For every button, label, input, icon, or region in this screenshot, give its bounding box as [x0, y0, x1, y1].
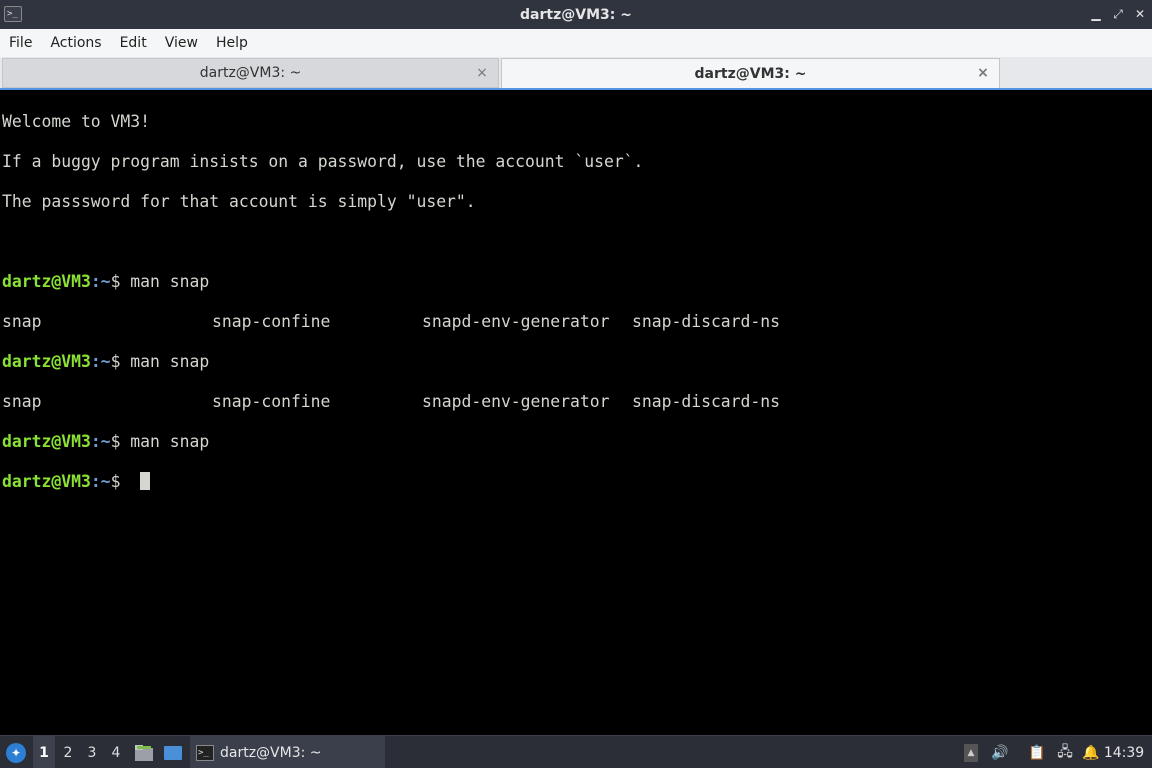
welcome-line-2: If a buggy program insists on a password…: [2, 152, 644, 171]
prompt-path: :~: [90, 472, 111, 491]
completion-row-2: snap snap-confine snapd-env-generator snap-…: [2, 392, 1152, 412]
prompt-path: :~: [90, 352, 111, 371]
close-button[interactable]: ✕: [1132, 6, 1148, 22]
tab-2[interactable]: dartz@VM3: ~ ×: [501, 58, 1000, 88]
tab-2-label: dartz@VM3: ~: [694, 65, 807, 82]
menu-file[interactable]: File: [0, 29, 41, 57]
taskbar: ✦ 1 2 3 4 >_ dartz@VM3: ~ ▲ 🔊 📋 🖧 🔔 14:3…: [0, 735, 1152, 768]
workspace-3[interactable]: 3: [81, 736, 103, 768]
command-text: man snap: [120, 272, 210, 291]
prompt-user: dartz@VM3: [2, 352, 91, 371]
terminal-app-icon[interactable]: >_: [4, 6, 22, 22]
prompt-path: :~: [90, 272, 111, 291]
tray-expand-icon[interactable]: ▲: [962, 736, 980, 768]
clock[interactable]: 14:39: [1102, 736, 1146, 768]
tab-bar: dartz@VM3: ~ × dartz@VM3: ~ ×: [0, 57, 1152, 90]
workspace-4[interactable]: 4: [105, 736, 127, 768]
network-icon[interactable]: 🖧: [1054, 736, 1076, 768]
prompt-line-2: dartz@VM3:~$ man snap: [2, 352, 1152, 372]
maximize-button[interactable]: ⤢: [1110, 6, 1126, 22]
prompt-sign: $: [110, 352, 121, 371]
menu-bar: File Actions Edit View Help: [0, 29, 1152, 57]
prompt-sign: $: [110, 432, 121, 451]
command-text: man snap: [120, 352, 210, 371]
command-text: man snap: [120, 432, 210, 451]
notification-icon[interactable]: 🔔: [1080, 736, 1102, 768]
welcome-line-3: The passsword for that account is simply…: [2, 192, 476, 211]
completion-row-1: snap snap-confine snapd-env-generator snap-…: [2, 312, 1152, 332]
prompt-sign: $: [110, 472, 121, 491]
file-manager-launcher[interactable]: [133, 736, 155, 768]
completion-item: snap-discard-ns: [632, 392, 781, 411]
welcome-line-1: Welcome to VM3!: [2, 112, 151, 131]
menu-view[interactable]: View: [156, 29, 207, 57]
window-title: dartz@VM3: ~: [520, 6, 632, 23]
window-titlebar: >_ dartz@VM3: ~ ▁ ⤢ ✕: [0, 0, 1152, 29]
terminal-icon: >_: [196, 744, 214, 761]
tab-1-label: dartz@VM3: ~: [199, 65, 302, 81]
terminal-output[interactable]: Welcome to VM3! If a buggy program insis…: [0, 92, 1152, 735]
completion-item: snap-discard-ns: [632, 312, 781, 331]
minimize-button[interactable]: ▁: [1088, 6, 1104, 22]
completion-item: snap-confine: [212, 312, 331, 331]
clipboard-icon[interactable]: 📋: [1026, 736, 1048, 768]
prompt-user: dartz@VM3: [2, 472, 91, 491]
tab-1[interactable]: dartz@VM3: ~ ×: [2, 58, 499, 88]
menu-edit[interactable]: Edit: [111, 29, 156, 57]
workspace-2[interactable]: 2: [57, 736, 79, 768]
tab-1-close-icon[interactable]: ×: [474, 65, 490, 81]
completion-item: snap-confine: [212, 392, 331, 411]
folder-icon: [135, 744, 153, 761]
menu-actions[interactable]: Actions: [41, 29, 110, 57]
taskbar-window-terminal[interactable]: >_ dartz@VM3: ~: [190, 736, 385, 768]
workspace-1[interactable]: 1: [33, 736, 55, 768]
volume-icon[interactable]: 🔊: [989, 736, 1011, 768]
prompt-line-current: dartz@VM3:~$: [2, 472, 1152, 492]
show-desktop-button[interactable]: [161, 736, 185, 768]
prompt-line-3: dartz@VM3:~$ man snap: [2, 432, 1152, 452]
lxqt-logo-icon: ✦: [6, 742, 26, 763]
prompt-user: dartz@VM3: [2, 432, 91, 451]
completion-item: snapd-env-generator: [422, 392, 610, 411]
desktop-icon: [164, 745, 182, 760]
taskbar-window-label: dartz@VM3: ~: [220, 744, 322, 761]
completion-item: snap: [2, 312, 42, 331]
prompt-line-1: dartz@VM3:~$ man snap: [2, 272, 1152, 292]
prompt-user: dartz@VM3: [2, 272, 91, 291]
prompt-path: :~: [90, 432, 111, 451]
completion-item: snap: [2, 392, 42, 411]
menu-help[interactable]: Help: [207, 29, 257, 57]
prompt-sign: $: [110, 272, 121, 291]
start-menu-button[interactable]: ✦: [4, 736, 28, 768]
tab-2-close-icon[interactable]: ×: [975, 65, 991, 81]
text-cursor: [140, 472, 151, 490]
completion-item: snapd-env-generator: [422, 312, 610, 331]
